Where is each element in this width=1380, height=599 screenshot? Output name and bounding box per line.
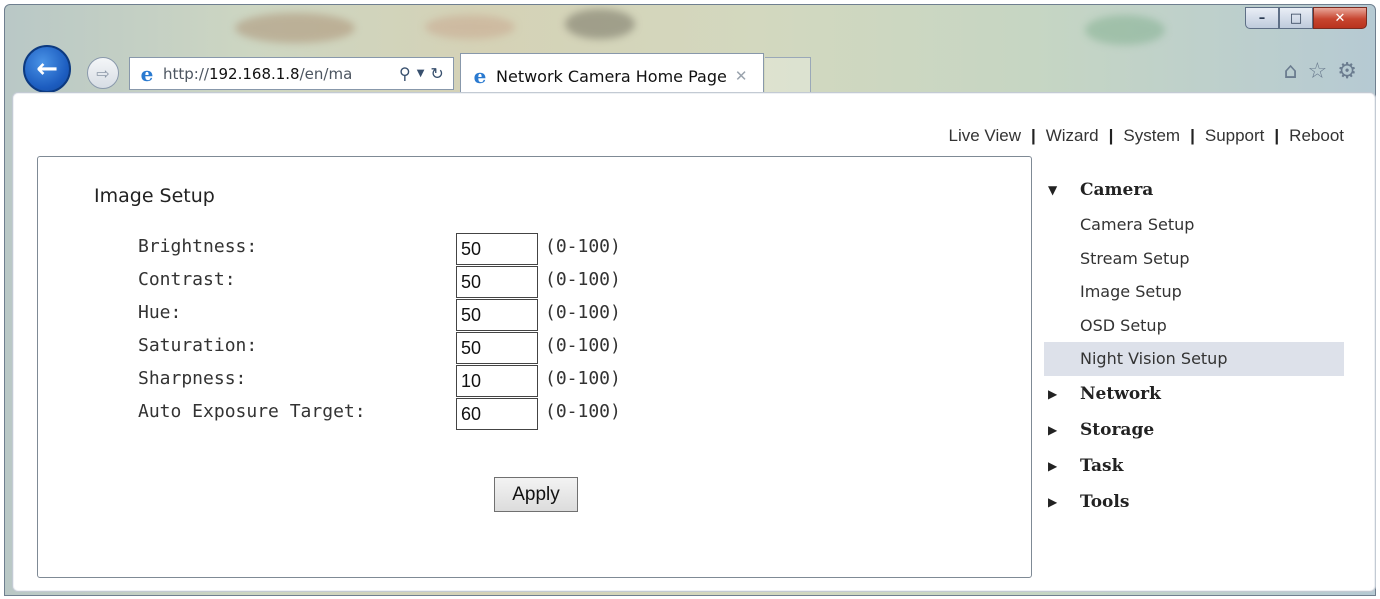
sidebar-section-label: Tools: [1080, 491, 1130, 512]
sidebar-item-night-vision-setup[interactable]: Night Vision Setup: [1044, 342, 1344, 376]
sidebar-item-stream-setup[interactable]: Stream Setup: [1044, 242, 1344, 276]
nav-separator: |: [1274, 126, 1280, 145]
sidebar-section-label: Camera: [1080, 180, 1154, 200]
auto-exposure-target-input[interactable]: [456, 398, 538, 430]
browser-toolbar-icons: ⌂ ☆ ⚙: [1284, 59, 1357, 84]
close-window-button[interactable]: ✕: [1313, 7, 1367, 29]
sidebar-item-image-setup[interactable]: Image Setup: [1044, 275, 1344, 309]
collapsed-triangle-icon: ▶: [1048, 494, 1058, 509]
sidebar-section-label: Task: [1080, 455, 1124, 476]
settings-gear-icon[interactable]: ⚙: [1337, 59, 1357, 84]
hue-label: Hue:: [138, 302, 182, 323]
saturation-row: Saturation: (0-100): [138, 332, 698, 364]
forward-arrow-icon: ⇨: [96, 63, 110, 83]
auto-exposure-target-range: (0-100): [545, 401, 621, 422]
sidebar-section-task[interactable]: ▶ Task: [1044, 448, 1344, 484]
forward-button[interactable]: ⇨: [87, 57, 119, 89]
saturation-label: Saturation:: [138, 335, 258, 356]
tab-close-icon[interactable]: ✕: [735, 67, 748, 85]
minimize-button[interactable]: –: [1245, 7, 1279, 29]
address-bar[interactable]: e http://192.168.1.8/en/ma ⚲ ▼ ↻: [129, 57, 454, 90]
sharpness-row: Sharpness: (0-100): [138, 365, 698, 397]
sharpness-range: (0-100): [545, 368, 621, 389]
url-host: 192.168.1.8: [208, 64, 300, 83]
nav-separator: |: [1108, 126, 1114, 145]
nav-reboot[interactable]: Reboot: [1289, 126, 1344, 146]
ie-logo-icon: e: [473, 64, 487, 88]
brightness-range: (0-100): [545, 236, 621, 257]
sidebar-section-network[interactable]: ▶ Network: [1044, 376, 1344, 412]
nav-system[interactable]: System: [1123, 126, 1180, 146]
ie-logo-icon: e: [140, 61, 154, 86]
saturation-input[interactable]: [456, 332, 538, 364]
dropdown-icon[interactable]: ▼: [417, 68, 425, 79]
nav-support[interactable]: Support: [1205, 126, 1265, 146]
auto-exposure-target-row: Auto Exposure Target: (0-100): [138, 398, 698, 430]
collapsed-triangle-icon: ▶: [1048, 458, 1058, 473]
sidebar-section-storage[interactable]: ▶ Storage: [1044, 412, 1344, 448]
sidebar-menu: ▼ Camera Camera Setup Stream Setup Image…: [1044, 172, 1344, 520]
sharpness-label: Sharpness:: [138, 368, 247, 389]
maximize-button[interactable]: □: [1279, 7, 1313, 29]
contrast-input[interactable]: [456, 266, 538, 298]
nav-live-view[interactable]: Live View: [949, 126, 1021, 146]
sidebar-section-label: Network: [1080, 383, 1161, 404]
expanded-triangle-icon: ▼: [1048, 183, 1058, 197]
back-button[interactable]: ←: [23, 45, 71, 93]
contrast-range: (0-100): [545, 269, 621, 290]
hue-row: Hue: (0-100): [138, 299, 698, 331]
contrast-row: Contrast: (0-100): [138, 266, 698, 298]
contrast-label: Contrast:: [138, 269, 236, 290]
url-scheme: http://: [163, 64, 209, 83]
sharpness-input[interactable]: [456, 365, 538, 397]
nav-wizard[interactable]: Wizard: [1046, 126, 1099, 146]
nav-separator: |: [1190, 126, 1195, 145]
sidebar-section-camera[interactable]: ▼ Camera: [1044, 172, 1344, 208]
panel-title: Image Setup: [94, 185, 215, 207]
window-caption-buttons: – □ ✕: [1245, 7, 1367, 29]
address-url[interactable]: http://192.168.1.8/en/ma: [163, 65, 395, 83]
tab-title: Network Camera Home Page: [496, 66, 727, 86]
hue-range: (0-100): [545, 302, 621, 323]
back-arrow-icon: ←: [36, 54, 58, 84]
sidebar-section-tools[interactable]: ▶ Tools: [1044, 484, 1344, 520]
image-setup-panel: Image Setup Brightness: (0-100) Contrast…: [37, 156, 1032, 578]
refresh-icon[interactable]: ↻: [430, 64, 443, 83]
hue-input[interactable]: [456, 299, 538, 331]
brightness-input[interactable]: [456, 233, 538, 265]
top-navigation: Live View | Wizard | System | Support | …: [949, 126, 1344, 146]
home-icon[interactable]: ⌂: [1284, 59, 1298, 84]
brightness-label: Brightness:: [138, 236, 258, 257]
search-icon[interactable]: ⚲: [399, 64, 411, 83]
auto-exposure-target-label: Auto Exposure Target:: [138, 401, 366, 422]
sidebar-item-camera-setup[interactable]: Camera Setup: [1044, 208, 1344, 242]
sidebar-section-label: Storage: [1080, 419, 1155, 440]
nav-separator: |: [1030, 126, 1036, 145]
favorites-star-icon[interactable]: ☆: [1308, 59, 1328, 84]
url-path: /en/ma: [299, 64, 353, 83]
saturation-range: (0-100): [545, 335, 621, 356]
new-tab-button[interactable]: [765, 57, 811, 94]
brightness-row: Brightness: (0-100): [138, 233, 698, 265]
collapsed-triangle-icon: ▶: [1048, 422, 1058, 437]
apply-button[interactable]: Apply: [494, 477, 578, 512]
collapsed-triangle-icon: ▶: [1048, 386, 1058, 401]
sidebar-item-osd-setup[interactable]: OSD Setup: [1044, 309, 1344, 343]
